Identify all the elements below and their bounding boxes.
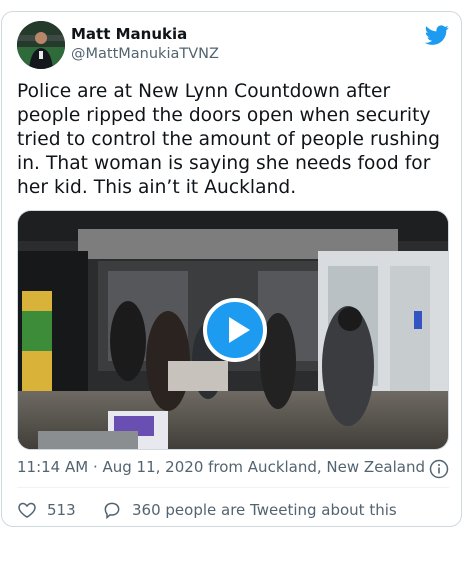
twitter-bird-icon[interactable] (424, 23, 449, 47)
reply-bubble-icon (104, 502, 120, 520)
author-handle[interactable]: @MattManukiaTVNZ (71, 46, 219, 62)
tweet-text: Police are at New Lynn Countdown after p… (17, 81, 440, 198)
divider (17, 487, 449, 488)
play-icon[interactable] (203, 298, 267, 362)
author-name[interactable]: Matt Manukia (71, 25, 187, 43)
conversation-label: 360 people are Tweeting about this (132, 501, 397, 519)
like-count: 513 (47, 501, 76, 519)
conversation-link[interactable]: 360 people are Tweeting about this (102, 498, 397, 522)
tweet-card: Matt Manukia @MattManukiaTVNZ Police are… (1, 11, 462, 527)
avatar[interactable] (17, 21, 65, 69)
info-icon[interactable] (429, 459, 449, 479)
like-button[interactable]: 513 (17, 498, 76, 522)
video-player[interactable] (17, 210, 449, 450)
tweet-timestamp[interactable]: 11:14 AM · Aug 11, 2020 from Auckland, N… (17, 458, 425, 476)
heart-icon (18, 502, 36, 518)
